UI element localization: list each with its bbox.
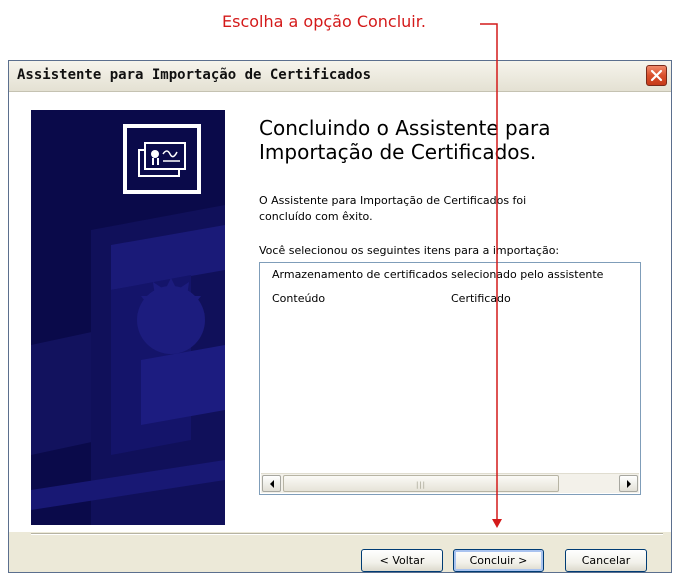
grip-icon: ||| [415,481,427,489]
finish-button[interactable]: Concluir > [453,549,544,572]
heading-line-1: Concluindo o Assistente para [259,116,551,140]
wizard-heading: Concluindo o Assistente para Importação … [259,116,659,164]
description-line-2: concluído com êxito. [259,210,373,223]
scroll-left-button[interactable] [262,475,281,492]
scroll-right-button[interactable] [619,475,638,492]
horizontal-scrollbar[interactable]: ||| [261,473,639,493]
close-icon [650,69,663,82]
scrollbar-thumb[interactable]: ||| [283,475,559,492]
summary-list[interactable]: Armazenamento de certificados selecionad… [259,262,641,495]
footer-separator [31,533,663,535]
wizard-banner-image [31,110,225,525]
title-bar: Assistente para Importação de Certificad… [9,61,671,92]
description-line-1: O Assistente para Importação de Certific… [259,194,527,207]
wizard-description: O Assistente para Importação de Certific… [259,193,659,225]
back-button[interactable]: < Voltar [361,549,443,572]
wizard-window: Assistente para Importação de Certificad… [8,60,672,573]
certificate-icon [138,142,186,177]
instruction-annotation: Escolha a opção Concluir. [222,12,426,31]
close-button[interactable] [646,65,667,86]
selected-items-label: Você selecionou os seguintes itens para … [259,244,560,257]
scroll-right-icon [626,479,631,488]
wizard-content: Concluindo o Assistente para Importação … [9,92,671,532]
list-item-store: Armazenamento de certificados selecionad… [272,268,604,281]
window-title: Assistente para Importação de Certificad… [17,67,372,83]
list-item-content-value: Certificado [451,292,511,305]
scroll-left-icon [269,479,274,488]
cancel-button[interactable]: Cancelar [565,549,647,572]
list-item-content-key: Conteúdo [272,292,326,305]
heading-line-2: Importação de Certificados. [259,140,537,164]
